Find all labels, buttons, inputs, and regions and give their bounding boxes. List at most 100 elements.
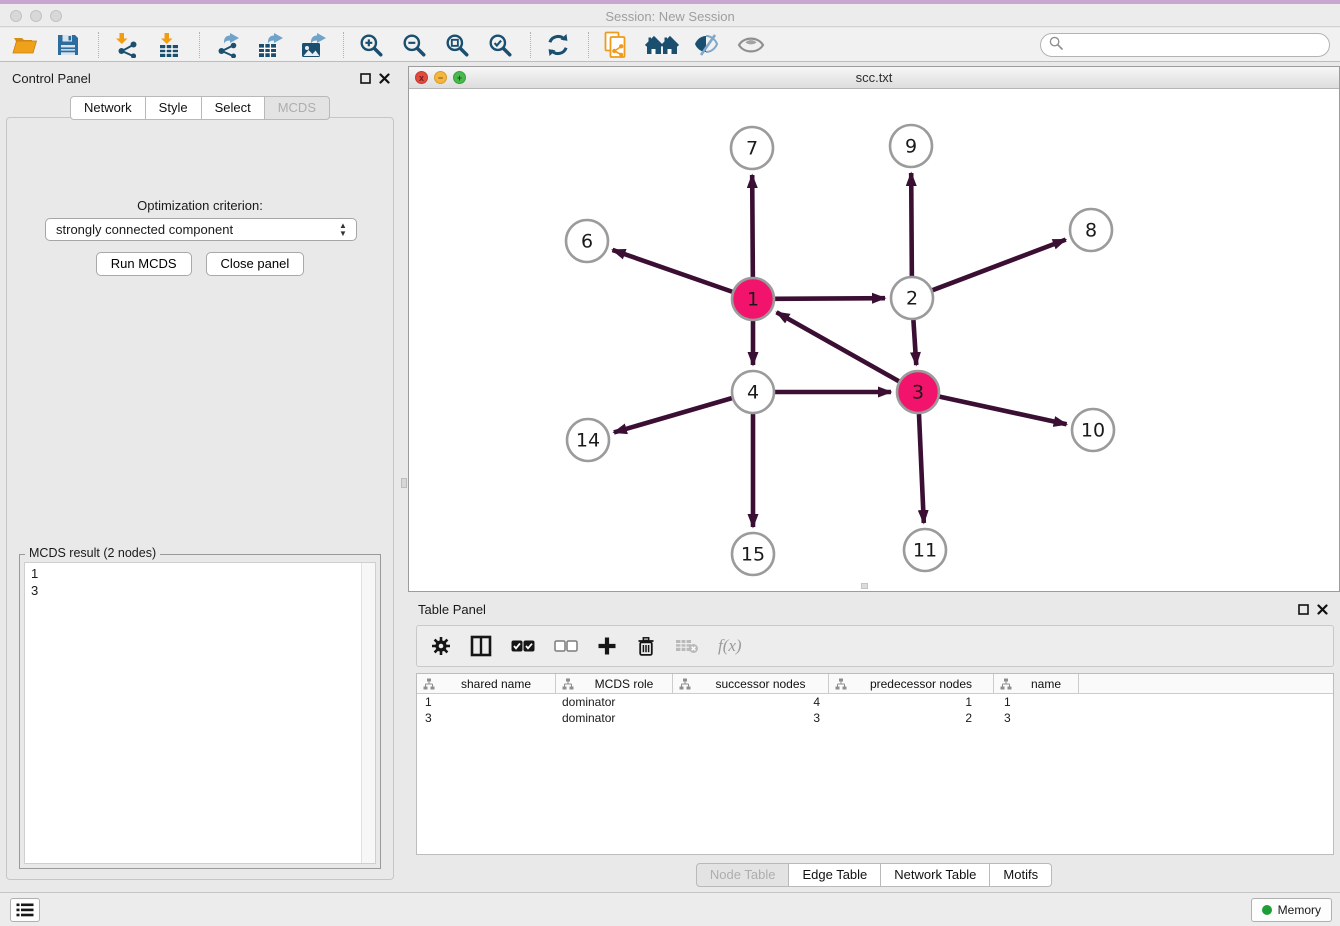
column-tree-icon — [423, 678, 435, 690]
zoom-selected-icon[interactable] — [485, 30, 515, 60]
graph-node-label: 4 — [747, 382, 759, 404]
table-row[interactable]: 1dominator411 — [417, 694, 1333, 710]
search-input[interactable] — [1068, 35, 1329, 55]
search-box[interactable] — [1040, 33, 1330, 57]
table-row[interactable]: 3dominator323 — [417, 710, 1333, 726]
toolbar-separator — [530, 32, 531, 58]
zoom-out-icon[interactable] — [399, 30, 429, 60]
graph-node-label: 8 — [1085, 220, 1097, 242]
column-header-predecessor-nodes[interactable]: predecessor nodes — [829, 674, 994, 693]
cell-predecessor-nodes: 2 — [829, 710, 994, 726]
tab-select[interactable]: Select — [201, 96, 265, 120]
table-settings-icon[interactable] — [431, 636, 451, 656]
show-graphics-details-icon[interactable] — [736, 30, 766, 60]
network-window-titlebar[interactable]: x − + scc.txt — [409, 67, 1339, 89]
zoom-in-icon[interactable] — [356, 30, 386, 60]
memory-button[interactable]: Memory — [1251, 898, 1332, 922]
save-session-icon[interactable] — [53, 30, 83, 60]
graph-edge-2-8[interactable] — [933, 240, 1066, 291]
network-canvas[interactable]: 7968124314101511 — [409, 90, 1339, 591]
function-builder-icon[interactable]: f(x) — [718, 636, 742, 656]
delete-table-icon[interactable] — [675, 638, 699, 654]
export-network-icon[interactable] — [212, 30, 242, 60]
graph-node-label: 7 — [746, 138, 758, 160]
column-header-shared-name[interactable]: shared name — [417, 674, 556, 693]
close-panel-icon[interactable] — [379, 71, 390, 89]
network-resize-grip[interactable] — [861, 583, 868, 589]
tab-motifs[interactable]: Motifs — [989, 863, 1052, 887]
mcds-result-text[interactable]: 13 — [24, 562, 376, 864]
delete-column-icon[interactable] — [636, 636, 656, 657]
clone-network-icon[interactable] — [601, 30, 631, 60]
toolbar-separator — [588, 32, 589, 58]
graph-edge-1-2[interactable] — [775, 298, 885, 299]
reset-home-icon[interactable] — [644, 30, 680, 60]
graph-edge-1-7[interactable] — [752, 175, 753, 277]
cell-name: 3 — [994, 710, 1079, 726]
panel-splitter[interactable] — [400, 62, 408, 892]
hide-graphics-details-icon[interactable] — [693, 30, 723, 60]
main-toolbar — [0, 28, 1340, 62]
node-table[interactable]: shared nameMCDS rolesuccessor nodes prede… — [416, 673, 1334, 855]
graph-edge-3-10[interactable] — [939, 397, 1066, 425]
network-window-title: scc.txt — [409, 70, 1339, 85]
graph-edge-3-1[interactable] — [777, 312, 899, 381]
control-panel-header: Control Panel — [0, 62, 400, 92]
open-file-icon[interactable] — [10, 30, 40, 60]
import-table-icon[interactable] — [154, 30, 184, 60]
tab-style[interactable]: Style — [145, 96, 202, 120]
tab-network[interactable]: Network — [70, 96, 146, 120]
dropdown-stepper-icon: ▲▼ — [337, 222, 349, 238]
network-view-window: x − + scc.txt 7968124314101511 — [408, 66, 1340, 592]
table-header-row: shared nameMCDS rolesuccessor nodes prede… — [417, 674, 1333, 694]
criterion-dropdown[interactable]: strongly connected component ▲▼ — [45, 218, 357, 241]
column-header-label: predecessor nodes — [853, 677, 993, 691]
cell-successor-nodes: 4 — [673, 694, 829, 710]
close-table-panel-icon[interactable] — [1317, 602, 1328, 620]
graph-edge-2-9[interactable] — [911, 173, 912, 276]
column-tree-icon — [835, 678, 847, 690]
graph-node-label: 6 — [581, 231, 593, 253]
control-panel-tabs: NetworkStyleSelectMCDS — [0, 96, 400, 120]
table-panel-tabs: Node TableEdge TableNetwork TableMotifs — [408, 863, 1340, 887]
export-table-icon[interactable] — [255, 30, 285, 60]
task-history-button[interactable] — [10, 898, 40, 922]
column-tree-icon — [1000, 678, 1012, 690]
control-panel: Control Panel NetworkStyleSelectMCDS Opt… — [0, 62, 400, 892]
graph-edge-2-3[interactable] — [913, 320, 916, 365]
zoom-fit-icon[interactable] — [442, 30, 472, 60]
graph-edge-3-11[interactable] — [919, 414, 924, 523]
select-all-rows-icon[interactable] — [511, 640, 535, 652]
refresh-view-icon[interactable] — [543, 30, 573, 60]
network-graph[interactable]: 7968124314101511 — [409, 90, 1339, 591]
mcds-result-line: 3 — [31, 582, 375, 599]
status-bar: Memory — [0, 892, 1340, 926]
toolbar-separator — [199, 32, 200, 58]
task-list-icon — [16, 903, 34, 917]
session-title: Session: New Session — [0, 9, 1340, 24]
graph-edge-4-14[interactable] — [614, 398, 732, 432]
cell-MCDS-role: dominator — [556, 694, 673, 710]
column-header-label: shared name — [441, 677, 555, 691]
tab-node-table[interactable]: Node Table — [696, 863, 790, 887]
float-panel-icon[interactable] — [360, 71, 371, 89]
add-column-icon[interactable] — [597, 636, 617, 656]
tab-network-table[interactable]: Network Table — [880, 863, 990, 887]
deselect-all-rows-icon[interactable] — [554, 640, 578, 652]
graph-edge-1-6[interactable] — [612, 250, 732, 292]
column-header-name[interactable]: name — [994, 674, 1079, 693]
export-image-icon[interactable] — [298, 30, 328, 60]
import-network-icon[interactable] — [111, 30, 141, 60]
result-scrollbar[interactable] — [361, 563, 375, 863]
close-panel-button[interactable]: Close panel — [206, 252, 305, 276]
float-table-panel-icon[interactable] — [1298, 602, 1309, 620]
column-tree-icon — [679, 678, 691, 690]
column-header-MCDS-role[interactable]: MCDS role — [556, 674, 673, 693]
tab-mcds[interactable]: MCDS — [264, 96, 330, 120]
show-columns-icon[interactable] — [470, 635, 492, 657]
splitter-handle[interactable] — [401, 478, 407, 488]
graph-node-label: 11 — [913, 540, 937, 562]
tab-edge-table[interactable]: Edge Table — [788, 863, 881, 887]
column-header-successor-nodes[interactable]: successor nodes — [673, 674, 829, 693]
run-mcds-button[interactable]: Run MCDS — [96, 252, 192, 276]
